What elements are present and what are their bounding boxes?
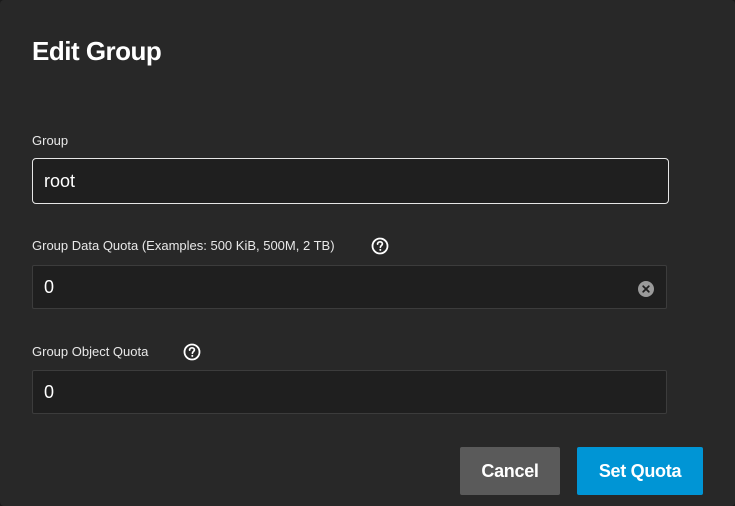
group-data-quota-label: Group Data Quota (Examples: 500 KiB, 500…	[32, 238, 335, 253]
clear-circle-icon[interactable]	[638, 281, 654, 297]
help-circle-icon[interactable]	[183, 343, 201, 361]
help-circle-icon[interactable]	[371, 237, 389, 255]
edit-group-dialog: Edit Group Group Group Data Quota (Examp…	[0, 0, 735, 506]
set-quota-button[interactable]: Set Quota	[577, 447, 703, 495]
dialog-title: Edit Group	[32, 36, 162, 66]
group-object-quota-field[interactable]	[32, 370, 667, 414]
group-data-quota-input[interactable]	[44, 266, 624, 308]
group-data-quota-field[interactable]	[32, 265, 667, 309]
group-input[interactable]	[44, 159, 624, 203]
group-label: Group	[32, 133, 69, 148]
group-field[interactable]	[32, 158, 669, 204]
group-object-quota-label: Group Object Quota	[32, 344, 149, 359]
cancel-button[interactable]: Cancel	[460, 447, 560, 495]
group-object-quota-input[interactable]	[44, 371, 624, 413]
